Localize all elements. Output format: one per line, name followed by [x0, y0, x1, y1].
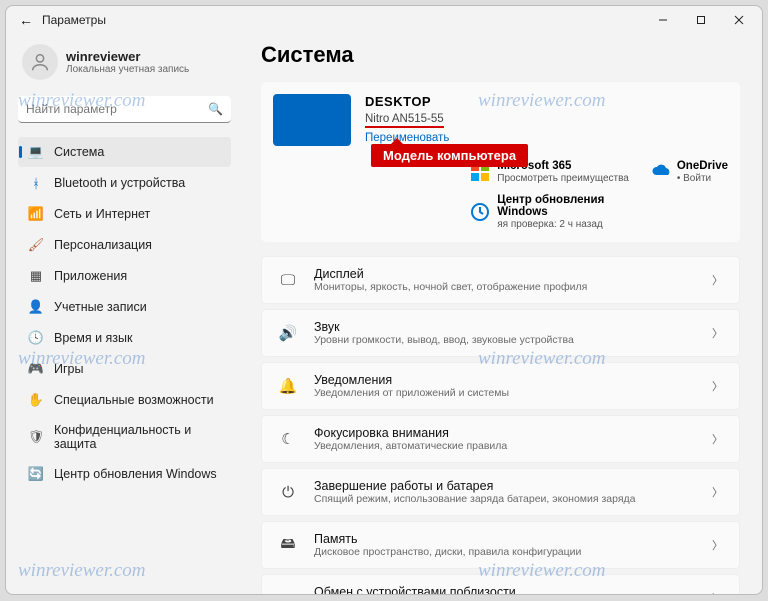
sidebar-icon: 🖌 — [28, 237, 44, 253]
row-icon: 🖵 — [278, 272, 298, 289]
sidebar-label: Сеть и Интернет — [54, 207, 150, 221]
maximize-button[interactable] — [682, 6, 720, 34]
sidebar-item-1[interactable]: ᚼ Bluetooth и устройства — [18, 168, 231, 198]
sidebar-label: Приложения — [54, 269, 127, 283]
user-account[interactable]: winreviewer Локальная учетная запись — [18, 38, 231, 92]
sidebar-item-7[interactable]: 🎮 Игры — [18, 354, 231, 384]
search-input[interactable] — [18, 96, 231, 123]
sidebar-label: Система — [54, 145, 104, 159]
sidebar-icon: ✋ — [28, 392, 44, 408]
chevron-right-icon: 〉 — [712, 431, 723, 447]
row-title: Уведомления — [314, 373, 696, 387]
avatar — [22, 44, 58, 80]
row-title: Память — [314, 532, 696, 546]
tile-onedrive[interactable]: OneDrive• Войти — [651, 160, 728, 184]
page-title: Система — [261, 42, 740, 68]
device-model: Nitro AN515-55 — [365, 113, 444, 128]
sidebar-icon: 🔄 — [28, 466, 44, 482]
chevron-right-icon: 〉 — [712, 272, 723, 288]
sidebar-label: Персонализация — [54, 238, 152, 252]
settings-row-4[interactable]: ⏻ Завершение работы и батареяСпящий режим… — [261, 468, 740, 516]
row-title: Дисплей — [314, 267, 696, 281]
onedrive-icon — [651, 163, 669, 181]
row-icon: 🖴 — [278, 533, 298, 558]
rename-link[interactable]: Переименовать — [365, 132, 449, 144]
window-title: Параметры — [42, 13, 644, 27]
settings-row-2[interactable]: 🔔 УведомленияУведомления от приложений и … — [261, 362, 740, 410]
row-subtitle: Мониторы, яркость, ночной свет, отображе… — [314, 281, 696, 293]
row-title: Фокусировка внимания — [314, 426, 696, 440]
device-name: DESKTOP — [365, 94, 515, 109]
row-icon: 🔊 — [278, 324, 298, 342]
row-subtitle: Уведомления от приложений и системы — [314, 387, 696, 399]
row-title: Обмен с устройствами поблизости — [314, 585, 696, 594]
sidebar-label: Конфиденциальность и защита — [54, 423, 221, 451]
back-button[interactable]: ← — [10, 12, 42, 28]
update-icon — [471, 203, 489, 221]
annotation-callout: Модель компьютера — [371, 144, 528, 167]
sidebar-icon: ᚼ — [28, 175, 44, 191]
sidebar-item-2[interactable]: 📶 Сеть и Интернет — [18, 199, 231, 229]
row-subtitle: Дисковое пространство, диски, правила ко… — [314, 546, 696, 558]
settings-row-1[interactable]: 🔊 ЗвукУровни громкости, вывод, ввод, звук… — [261, 309, 740, 357]
row-title: Завершение работы и батарея — [314, 479, 696, 493]
chevron-right-icon: 〉 — [712, 484, 723, 500]
chevron-right-icon: 〉 — [712, 378, 723, 394]
sidebar-icon: 🎮 — [28, 361, 44, 377]
sidebar-icon: ▦ — [28, 268, 44, 284]
sidebar-icon: 👤 — [28, 299, 44, 315]
row-title: Звук — [314, 320, 696, 334]
sidebar-icon: 📶 — [28, 206, 44, 222]
sidebar-label: Учетные записи — [54, 300, 147, 314]
chevron-right-icon: 〉 — [712, 325, 723, 341]
settings-row-3[interactable]: ☾ Фокусировка вниманияУведомления, автома… — [261, 415, 740, 463]
sidebar-label: Игры — [54, 362, 83, 376]
settings-row-0[interactable]: 🖵 ДисплейМониторы, яркость, ночной свет, … — [261, 256, 740, 304]
sidebar-item-0[interactable]: 💻 Система — [18, 137, 231, 167]
tile-windows-update[interactable]: Центр обновления Windowsяя проверка: 2 ч… — [471, 194, 631, 230]
settings-row-6[interactable]: ⇋Обмен с устройствами поблизостиВозможно… — [261, 574, 740, 594]
sidebar-label: Центр обновления Windows — [54, 467, 217, 481]
row-icon: ⇋ — [278, 589, 298, 594]
row-icon: ☾ — [278, 430, 298, 448]
close-button[interactable] — [720, 6, 758, 34]
user-account-type: Локальная учетная запись — [66, 64, 189, 75]
row-subtitle: Уровни громкости, вывод, ввод, звуковые … — [314, 334, 696, 346]
sidebar-icon: 🛡 — [28, 429, 44, 445]
sidebar-label: Специальные возможности — [54, 393, 214, 407]
user-name: winreviewer — [66, 49, 189, 64]
row-icon: 🔔 — [278, 377, 298, 395]
sidebar-item-10[interactable]: 🔄 Центр обновления Windows — [18, 459, 231, 489]
row-icon: ⏻ — [278, 484, 298, 501]
sidebar-label: Bluetooth и устройства — [54, 176, 185, 190]
row-subtitle: Уведомления, автоматические правила — [314, 440, 696, 452]
minimize-button[interactable] — [644, 6, 682, 34]
device-thumbnail — [273, 94, 351, 146]
search-icon: 🔍 — [208, 102, 223, 116]
sidebar-label: Время и язык — [54, 331, 133, 345]
sidebar-item-9[interactable]: 🛡 Конфиденциальность и защита — [18, 416, 231, 458]
sidebar-item-3[interactable]: 🖌 Персонализация — [18, 230, 231, 260]
chevron-right-icon: 〉 — [712, 537, 723, 553]
sidebar-item-8[interactable]: ✋ Специальные возможности — [18, 385, 231, 415]
row-subtitle: Спящий режим, использование заряда батар… — [314, 493, 696, 505]
chevron-right-icon: 〉 — [712, 590, 723, 594]
sidebar-item-5[interactable]: 👤 Учетные записи — [18, 292, 231, 322]
sidebar-item-6[interactable]: 🕓 Время и язык — [18, 323, 231, 353]
sidebar-icon: 💻 — [28, 144, 44, 160]
sidebar-item-4[interactable]: ▦ Приложения — [18, 261, 231, 291]
settings-row-5[interactable]: 🖴 ПамятьДисковое пространство, диски, пра… — [261, 521, 740, 569]
sidebar-icon: 🕓 — [28, 330, 44, 346]
